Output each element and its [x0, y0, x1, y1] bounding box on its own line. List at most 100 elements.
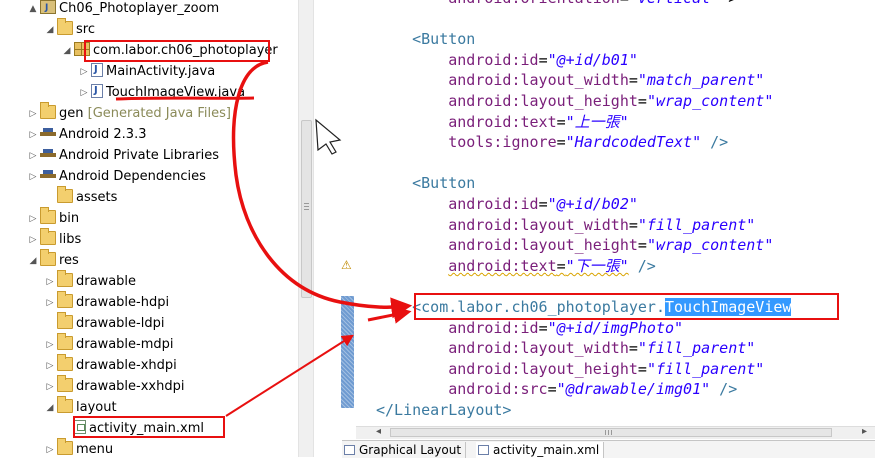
tree-item[interactable]: ◢ layout — [45, 396, 117, 418]
code-line[interactable]: <Button — [376, 173, 475, 194]
expand-arrow-icon[interactable]: ▷ — [28, 104, 38, 124]
expand-arrow-icon[interactable]: ▷ — [45, 335, 55, 355]
tree-item[interactable]: ▷ gen [Generated Java Files] — [28, 102, 231, 124]
code-token: = — [556, 112, 566, 131]
expand-arrow-icon[interactable]: ▷ — [79, 62, 89, 82]
code-line[interactable]: android:id="@+id/b02" — [376, 194, 638, 215]
scrollbar-thumb[interactable] — [390, 428, 832, 437]
expand-arrow-icon[interactable]: ▷ — [45, 293, 55, 313]
code-token: /> — [701, 133, 729, 152]
collapse-arrow-icon[interactable]: ▲ — [28, 0, 38, 19]
java-file-icon — [91, 81, 103, 101]
package-explorer-vertical-scrollbar[interactable] — [298, 0, 314, 457]
code-line[interactable]: <Button — [376, 29, 475, 50]
xml-editor[interactable]: android:orientation="vertical" > <Button… — [356, 0, 875, 426]
tree-item[interactable]: ▷ libs — [28, 228, 81, 250]
tree-item-label: layout — [76, 400, 117, 415]
tree-item-label: Android Private Libraries — [59, 148, 219, 163]
tree-item[interactable]: ◢ res — [28, 249, 79, 271]
tree-item[interactable]: drawable-ldpi — [45, 312, 164, 334]
code-line[interactable]: android:layout_width="fill_parent" — [376, 338, 755, 359]
code-token: <Button — [412, 30, 476, 49]
tree-item[interactable]: ▷ drawable-xhdpi — [45, 354, 177, 376]
code-line[interactable]: android:id="@+id/imgPhoto" — [376, 318, 683, 339]
code-token: android:src — [448, 380, 548, 399]
folder-icon — [57, 375, 73, 392]
code-line[interactable]: android:layout_width="match_parent" — [376, 70, 764, 91]
editor-horizontal-scrollbar[interactable]: ◂ ▸ — [356, 426, 875, 439]
tree-item-label: Android 2.3.3 — [59, 127, 147, 142]
code-token: android:id — [448, 318, 539, 337]
tab-graphical-layout[interactable]: Graphical Layout — [342, 442, 467, 458]
tree-item[interactable]: ▷ drawable — [45, 270, 137, 292]
pane-divider[interactable] — [314, 0, 332, 457]
expand-arrow-icon[interactable]: ▷ — [45, 377, 55, 397]
code-token: /> — [628, 256, 656, 275]
expand-arrow-icon[interactable]: ▷ — [28, 167, 38, 187]
code-token: "@+id/imgPhoto" — [547, 318, 684, 337]
code-line[interactable]: android:text="下一張" /> — [376, 256, 656, 277]
expand-arrow-icon[interactable]: ▷ — [45, 356, 55, 376]
tree-item[interactable]: ▷ bin — [28, 207, 79, 229]
editor-tab-bar: Graphical Layout activity_main.xml — [342, 440, 875, 458]
code-token: = — [628, 339, 638, 358]
tree-item[interactable]: ▷ Android Dependencies — [28, 167, 206, 187]
tree-item[interactable]: ▷ drawable-mdpi — [45, 333, 174, 355]
code-line[interactable]: android:src="@drawable/img01" /> — [376, 379, 737, 400]
tree-item-label: drawable — [76, 274, 137, 289]
expand-arrow-icon[interactable]: ▷ — [28, 125, 38, 145]
code-line[interactable]: </LinearLayout> — [376, 400, 511, 421]
tab-activity-main-xml[interactable]: activity_main.xml — [476, 442, 605, 458]
code-line[interactable]: android:id="@+id/b01" — [376, 50, 638, 71]
scrollbar-thumb[interactable] — [301, 120, 312, 298]
folder-icon — [57, 354, 73, 371]
scroll-right-icon[interactable]: ▸ — [862, 426, 867, 437]
expand-arrow-icon[interactable]: ▷ — [28, 146, 38, 166]
tree-item[interactable]: ▲ Ch06_Photoplayer_zoom — [28, 0, 219, 19]
code-line[interactable]: android:orientation="vertical" > — [376, 0, 737, 9]
warning-icon[interactable]: ⚠ — [341, 258, 352, 272]
collapse-arrow-icon[interactable]: ◢ — [45, 398, 55, 418]
tree-item[interactable]: ▷ Android 2.3.3 — [28, 125, 147, 145]
expand-arrow-icon[interactable]: ▷ — [28, 209, 38, 229]
expand-arrow-icon[interactable]: ▷ — [45, 272, 55, 292]
tree-item[interactable]: ▷ drawable-hdpi — [45, 291, 170, 313]
tree-item-label: gen — [59, 106, 84, 121]
code-line[interactable]: android:text="上一張" — [376, 112, 628, 133]
xml-file-icon — [478, 445, 489, 455]
selection-range-bar — [341, 296, 354, 408]
expand-arrow-icon[interactable]: ▷ — [45, 440, 55, 460]
tree-item-label: TouchImageView.java — [106, 85, 246, 100]
code-line[interactable]: android:layout_height="wrap_content" — [376, 235, 773, 256]
code-line[interactable]: android:layout_height="fill_parent" — [376, 359, 764, 380]
folder-icon — [57, 312, 73, 329]
collapse-arrow-icon[interactable]: ◢ — [62, 41, 72, 61]
tree-item-label: drawable-mdpi — [76, 337, 174, 352]
code-line[interactable]: android:layout_width="fill_parent" — [376, 215, 755, 236]
tree-item[interactable]: ▷ Android Private Libraries — [28, 146, 219, 166]
annotation-box-layout-file — [73, 416, 225, 438]
tree-item[interactable]: ◢ src — [45, 18, 95, 40]
code-token: = — [628, 71, 638, 90]
tree-item-label: menu — [76, 442, 114, 457]
collapse-arrow-icon[interactable]: ◢ — [45, 20, 55, 40]
code-token: <Button — [412, 174, 476, 193]
tree-item[interactable]: ▷ MainActivity.java — [79, 60, 216, 82]
tree-item[interactable]: ▷ menu — [45, 438, 114, 460]
folder-icon — [57, 270, 73, 287]
tree-item[interactable]: assets — [45, 186, 117, 208]
code-line[interactable]: android:layout_height="wrap_content" — [376, 91, 773, 112]
tree-item[interactable]: ▷ drawable-xxhdpi — [45, 375, 184, 397]
code-line[interactable]: tools:ignore="HardcodedText" /> — [376, 132, 728, 153]
expand-arrow-icon[interactable]: ▷ — [79, 83, 89, 103]
collapse-arrow-icon[interactable]: ◢ — [28, 251, 38, 271]
tree-item-label: drawable-hdpi — [76, 295, 170, 310]
expand-arrow-icon[interactable]: ▷ — [28, 230, 38, 250]
tree-item-label: Android Dependencies — [59, 169, 206, 184]
scroll-left-icon[interactable]: ◂ — [376, 426, 381, 437]
code-token: = — [556, 133, 566, 152]
tree-item[interactable]: ▷ TouchImageView.java — [79, 81, 246, 103]
